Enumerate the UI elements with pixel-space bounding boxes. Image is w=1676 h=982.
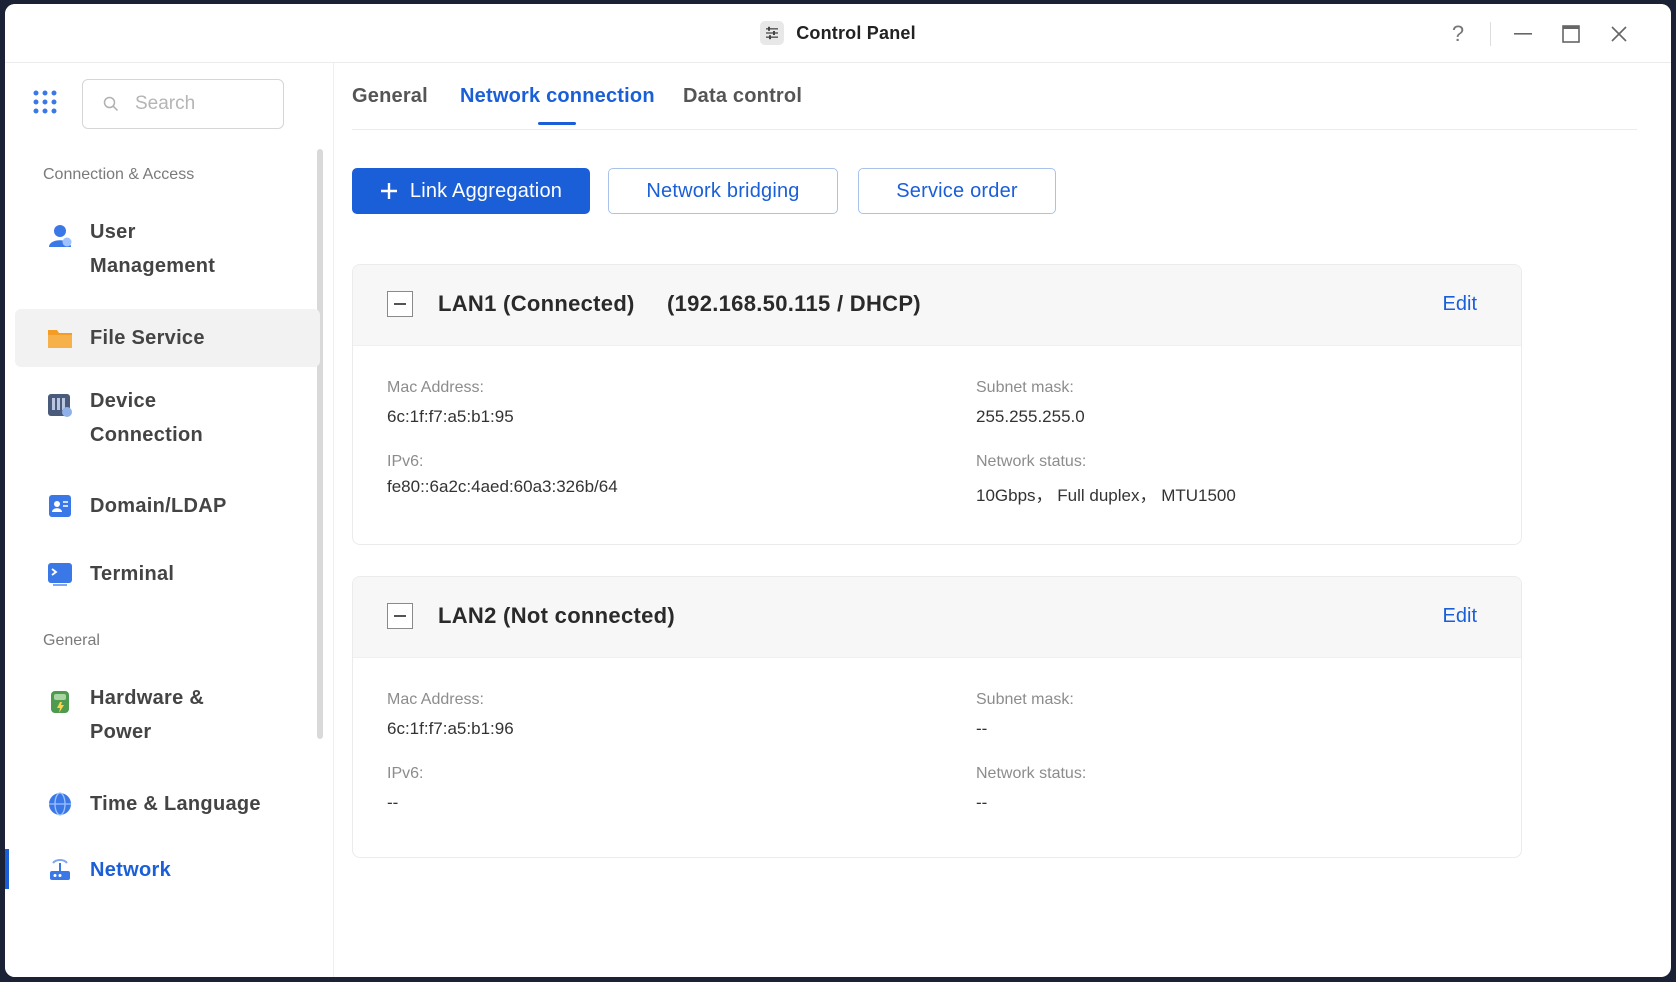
lan-ip: (192.168.50.115 / DHCP) xyxy=(667,291,921,316)
subnet-value: -- xyxy=(976,719,988,738)
network-icon xyxy=(47,857,73,883)
close-icon xyxy=(1611,26,1627,42)
sidebar-item-label: Time & Language xyxy=(90,793,261,815)
mac-value: 6c:1f:f7:a5:b1:96 xyxy=(387,719,514,738)
selected-indicator xyxy=(5,849,9,889)
sidebar-item-label: File Service xyxy=(90,327,205,349)
plus-icon xyxy=(380,183,397,199)
globe-icon xyxy=(47,791,73,817)
help-button[interactable]: ? xyxy=(1434,18,1482,50)
control-panel-window: Control Panel ? Search Connection & Acce… xyxy=(5,4,1671,977)
lan2-card: LAN2 (Not connected) Edit Mac Address: 6… xyxy=(352,576,1522,858)
minimize-icon xyxy=(1514,33,1532,35)
sidebar-item-hardware-power[interactable]: Hardware & Power xyxy=(15,681,320,761)
ipv6-value: fe80::6a2c:4aed:60a3:326b/64 xyxy=(387,477,618,496)
hardware-icon xyxy=(47,689,73,715)
apps-grid-icon[interactable] xyxy=(33,90,57,119)
network-bridging-button[interactable]: Network bridging xyxy=(608,168,838,214)
minimize-button[interactable] xyxy=(1499,18,1547,50)
tab-network-connection[interactable]: Network connection xyxy=(460,85,655,108)
mac-value: 6c:1f:f7:a5:b1:95 xyxy=(387,407,514,426)
subnet-label: Subnet mask: xyxy=(976,379,1074,396)
link-aggregation-label: Link Aggregation xyxy=(409,179,563,202)
mac-label: Mac Address: xyxy=(387,379,484,396)
device-icon xyxy=(47,392,73,418)
section-label-general: General xyxy=(43,632,100,649)
main-content: General Network connection Data control … xyxy=(334,63,1671,977)
section-label-connection-access: Connection & Access xyxy=(43,166,195,183)
folder-icon xyxy=(47,325,73,351)
collapse-toggle[interactable] xyxy=(387,291,413,317)
edit-link[interactable]: Edit xyxy=(1443,293,1477,316)
sidebar-item-user-management[interactable]: User Management xyxy=(15,215,320,295)
sidebar-item-domain-ldap[interactable]: Domain/LDAP xyxy=(15,481,320,531)
search-box[interactable] xyxy=(82,79,284,129)
minus-icon xyxy=(394,303,406,305)
maximize-icon xyxy=(1562,25,1580,43)
lan-title: LAN1 (Connected) xyxy=(438,291,635,316)
control-panel-icon xyxy=(760,21,785,45)
tab-general[interactable]: General xyxy=(352,85,428,108)
network-status-value: 10Gbps， Full duplex， MTU1500 xyxy=(976,486,1236,505)
subnet-value: 255.255.255.0 xyxy=(976,407,1085,426)
sidebar-item-label: Network xyxy=(90,859,172,881)
domain-icon xyxy=(47,493,73,519)
collapse-toggle[interactable] xyxy=(387,603,413,629)
lan1-card: LAN1 (Connected) (192.168.50.115 / DHCP)… xyxy=(352,264,1522,545)
sidebar-item-network[interactable]: Network xyxy=(15,845,320,895)
help-icon: ? xyxy=(1451,21,1465,46)
link-aggregation-button[interactable]: Link Aggregation xyxy=(352,168,590,214)
sidebar-item-label: Power xyxy=(90,721,152,743)
minus-icon xyxy=(394,615,406,617)
sidebar-item-time-language[interactable]: Time & Language xyxy=(15,779,320,829)
search-input[interactable] xyxy=(133,92,267,116)
sidebar-item-label: Management xyxy=(90,255,216,277)
tab-data-control[interactable]: Data control xyxy=(683,85,802,108)
network-status-value: -- xyxy=(976,793,988,812)
user-icon xyxy=(47,223,73,249)
title-separator xyxy=(1490,22,1491,46)
close-button[interactable] xyxy=(1595,18,1643,50)
sidebar-item-label: Connection xyxy=(90,424,203,446)
title-bar: Control Panel ? xyxy=(5,4,1671,63)
sidebar-item-label: Domain/LDAP xyxy=(90,495,227,517)
lan2-card-header: LAN2 (Not connected) Edit xyxy=(353,577,1521,658)
sidebar-item-terminal[interactable]: Terminal xyxy=(15,549,320,599)
edit-link[interactable]: Edit xyxy=(1443,605,1477,628)
window-title: Control Panel xyxy=(796,22,916,43)
tab-bar: General Network connection Data control xyxy=(352,63,1637,130)
sidebar-item-label: Device xyxy=(90,390,157,412)
ipv6-label: IPv6: xyxy=(387,765,424,782)
subnet-label: Subnet mask: xyxy=(976,691,1074,708)
ipv6-value: -- xyxy=(387,793,399,812)
sidebar-item-label: User xyxy=(90,221,136,243)
network-status-label: Network status: xyxy=(976,453,1087,470)
sidebar-item-file-service[interactable]: File Service xyxy=(15,309,320,367)
sidebar: Connection & Access User Management xyxy=(5,63,334,977)
active-tab-underline xyxy=(538,122,576,125)
sidebar-item-label: Hardware & xyxy=(90,687,205,709)
sidebar-item-device-connection[interactable]: Device Connection xyxy=(15,384,320,464)
ipv6-label: IPv6: xyxy=(387,453,424,470)
search-icon xyxy=(103,96,119,112)
mac-label: Mac Address: xyxy=(387,691,484,708)
lan1-card-header: LAN1 (Connected) (192.168.50.115 / DHCP)… xyxy=(353,265,1521,346)
lan-title: LAN2 (Not connected) xyxy=(438,603,675,628)
service-order-button[interactable]: Service order xyxy=(858,168,1056,214)
maximize-button[interactable] xyxy=(1547,18,1595,50)
terminal-icon xyxy=(47,561,73,587)
sidebar-item-label: Terminal xyxy=(90,563,175,585)
network-status-label: Network status: xyxy=(976,765,1087,782)
